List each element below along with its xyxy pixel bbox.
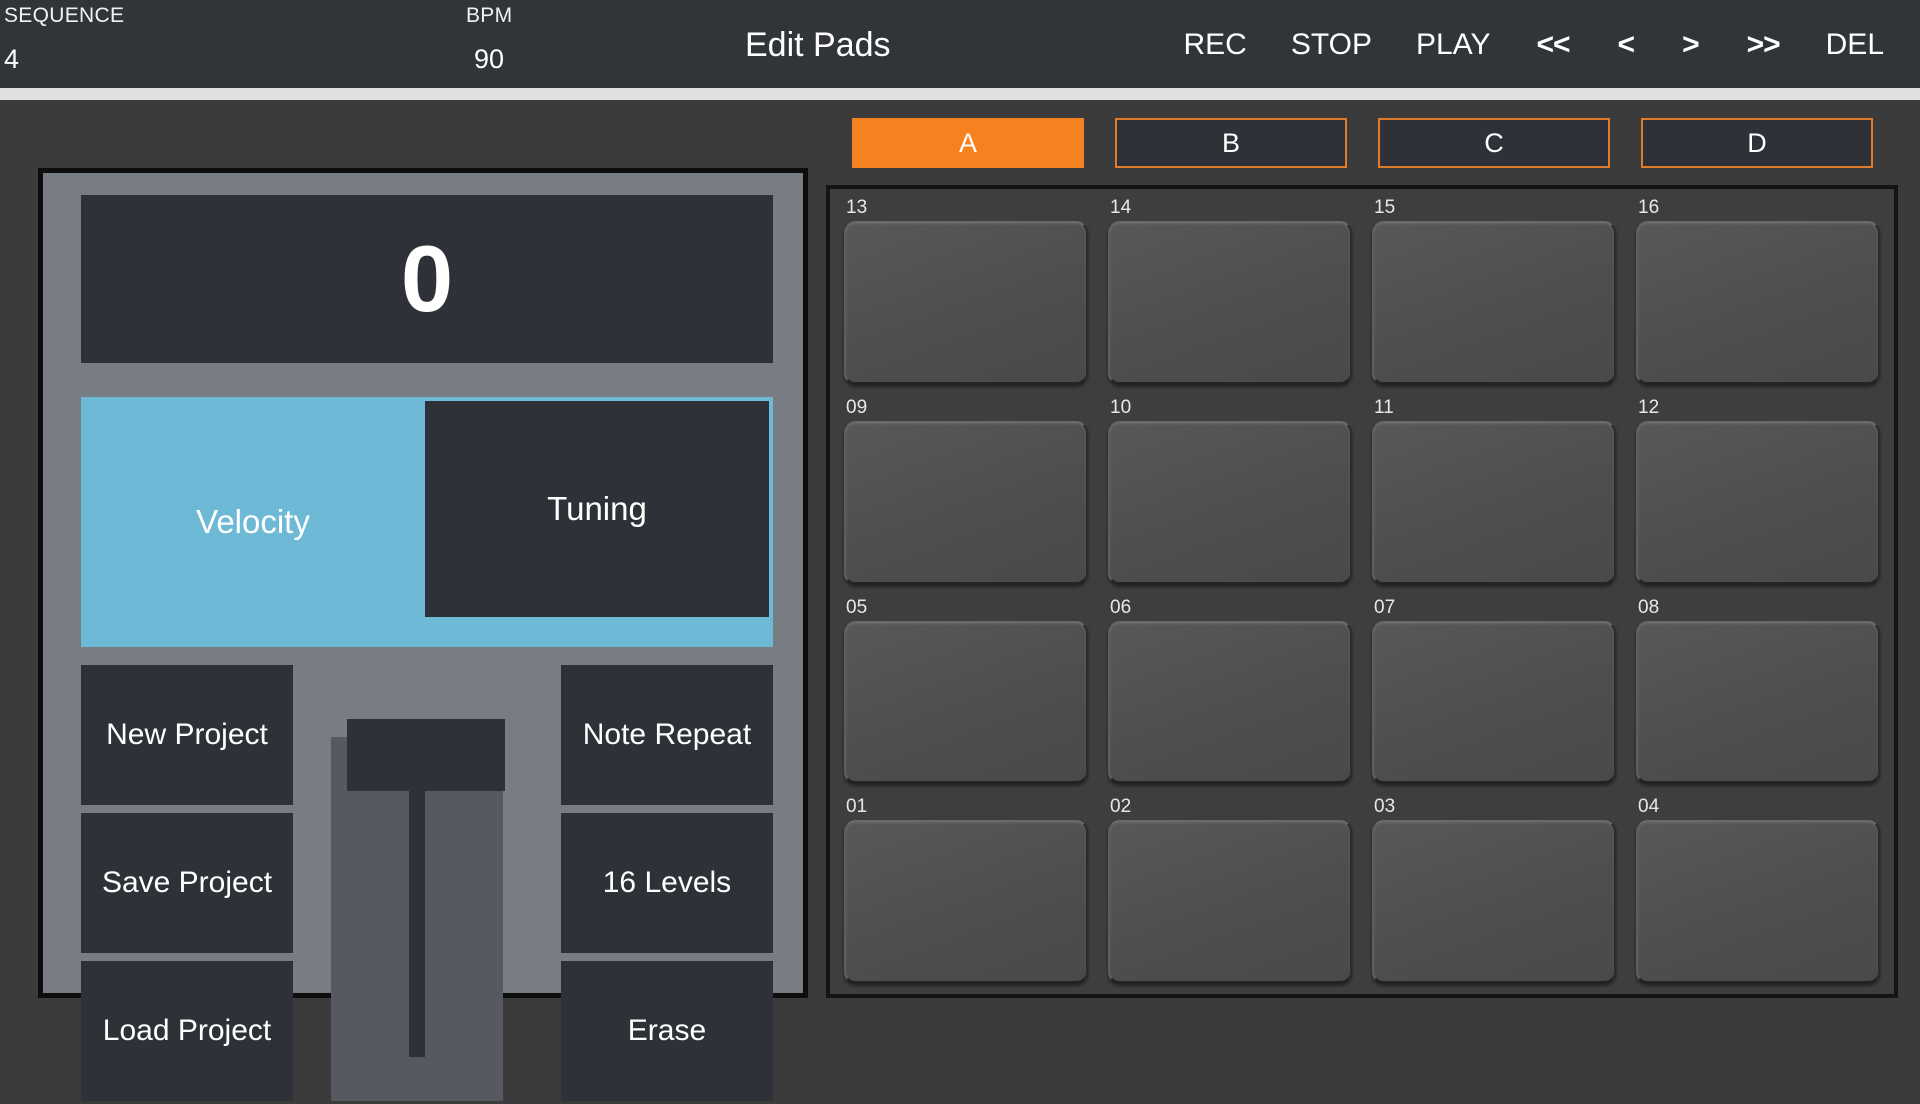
pad-cell: 16 xyxy=(1632,195,1884,395)
bank-tab-b[interactable]: B xyxy=(1115,118,1347,168)
pad-number: 01 xyxy=(840,796,1092,820)
play-button[interactable]: PLAY xyxy=(1394,26,1513,64)
pad-cell: 13 xyxy=(840,195,1092,395)
load-project-button[interactable]: Load Project xyxy=(81,961,293,1101)
pad-cell: 08 xyxy=(1632,595,1884,795)
pad-number: 13 xyxy=(840,197,1092,221)
bank-tab-group: A B C D xyxy=(852,118,1898,168)
pad-section: A B C D 13 14 15 xyxy=(826,118,1898,998)
sixteen-levels-button[interactable]: 16 Levels xyxy=(561,813,773,953)
pad-13[interactable] xyxy=(844,221,1088,385)
main-body: 0 Velocity Tuning New Project Save Proje… xyxy=(0,100,1920,1104)
pad-cell: 04 xyxy=(1632,794,1884,994)
mode-toggle-group: Velocity Tuning xyxy=(81,397,773,647)
pad-number: 05 xyxy=(840,597,1092,621)
pad-01[interactable] xyxy=(844,820,1088,984)
pad-number: 11 xyxy=(1368,397,1620,421)
control-button-row: New Project Save Project Load Project No… xyxy=(81,665,773,1101)
tuning-mode-button[interactable]: Tuning xyxy=(425,401,769,617)
pad-cell: 03 xyxy=(1368,794,1620,994)
pad-03[interactable] xyxy=(1372,820,1616,984)
pad-grid: 13 14 15 16 xyxy=(840,195,1884,994)
pad-number: 10 xyxy=(1104,397,1356,421)
stop-button[interactable]: STOP xyxy=(1269,26,1394,64)
pad-14[interactable] xyxy=(1108,221,1352,385)
pad-cell: 12 xyxy=(1632,395,1884,595)
pad-cell: 11 xyxy=(1368,395,1620,595)
sequence-value[interactable]: 4 xyxy=(4,44,19,75)
pad-05[interactable] xyxy=(844,621,1088,785)
performance-button-column: Note Repeat 16 Levels Erase xyxy=(561,665,773,1101)
page-title: Edit Pads xyxy=(745,26,891,65)
fader-handle[interactable] xyxy=(347,719,505,791)
pad-number: 15 xyxy=(1368,197,1620,221)
top-header-bar: SEQUENCE 4 BPM 90 Edit Pads REC STOP PLA… xyxy=(0,0,1920,88)
bpm-value[interactable]: 90 xyxy=(474,44,504,75)
new-project-button[interactable]: New Project xyxy=(81,665,293,805)
fader-stem xyxy=(409,757,425,1057)
pad-cell: 09 xyxy=(840,395,1092,595)
pad-10[interactable] xyxy=(1108,421,1352,585)
left-panel-inner: 0 Velocity Tuning New Project Save Proje… xyxy=(81,195,773,981)
pad-09[interactable] xyxy=(844,421,1088,585)
forward-icon[interactable]: >> xyxy=(1723,26,1804,64)
pad-04[interactable] xyxy=(1636,820,1880,984)
pad-number: 02 xyxy=(1104,796,1356,820)
rewind-icon[interactable]: << xyxy=(1512,26,1593,64)
pad-number: 09 xyxy=(840,397,1092,421)
pad-number: 04 xyxy=(1632,796,1884,820)
bank-tab-a[interactable]: A xyxy=(852,118,1084,168)
pad-11[interactable] xyxy=(1372,421,1616,585)
bank-tab-d[interactable]: D xyxy=(1641,118,1873,168)
pad-cell: 02 xyxy=(1104,794,1356,994)
pad-number: 07 xyxy=(1368,597,1620,621)
pad-number: 03 xyxy=(1368,796,1620,820)
sequence-label: SEQUENCE xyxy=(4,4,124,28)
pad-number: 08 xyxy=(1632,597,1884,621)
pad-12[interactable] xyxy=(1636,421,1880,585)
pad-cell: 07 xyxy=(1368,595,1620,795)
bank-tab-c[interactable]: C xyxy=(1378,118,1610,168)
drum-machine-app: SEQUENCE 4 BPM 90 Edit Pads REC STOP PLA… xyxy=(0,0,1920,1104)
pad-07[interactable] xyxy=(1372,621,1616,785)
pad-number: 06 xyxy=(1104,597,1356,621)
save-project-button[interactable]: Save Project xyxy=(81,813,293,953)
value-display: 0 xyxy=(81,195,773,363)
pad-cell: 06 xyxy=(1104,595,1356,795)
pad-cell: 01 xyxy=(840,794,1092,994)
note-repeat-button[interactable]: Note Repeat xyxy=(561,665,773,805)
project-button-column: New Project Save Project Load Project xyxy=(81,665,293,1101)
pad-grid-frame: 13 14 15 16 xyxy=(826,185,1898,998)
pad-06[interactable] xyxy=(1108,621,1352,785)
next-icon[interactable]: > xyxy=(1658,26,1723,64)
delete-button[interactable]: DEL xyxy=(1804,26,1906,64)
header-divider-strip xyxy=(0,88,1920,100)
pad-number: 16 xyxy=(1632,197,1884,221)
pad-number: 12 xyxy=(1632,397,1884,421)
pad-number: 14 xyxy=(1104,197,1356,221)
rec-button[interactable]: REC xyxy=(1162,26,1269,64)
pad-16[interactable] xyxy=(1636,221,1880,385)
pad-cell: 10 xyxy=(1104,395,1356,595)
pad-08[interactable] xyxy=(1636,621,1880,785)
transport-controls: REC STOP PLAY << < > >> DEL xyxy=(1162,26,1907,64)
fader-area xyxy=(314,665,520,1101)
erase-button[interactable]: Erase xyxy=(561,961,773,1101)
prev-icon[interactable]: < xyxy=(1594,26,1659,64)
pad-15[interactable] xyxy=(1372,221,1616,385)
pad-02[interactable] xyxy=(1108,820,1352,984)
left-control-panel: 0 Velocity Tuning New Project Save Proje… xyxy=(38,168,808,998)
pad-cell: 05 xyxy=(840,595,1092,795)
pad-cell: 15 xyxy=(1368,195,1620,395)
bpm-label: BPM xyxy=(466,4,512,28)
pad-cell: 14 xyxy=(1104,195,1356,395)
value-display-number: 0 xyxy=(401,232,453,326)
velocity-mode-button[interactable]: Velocity xyxy=(81,397,425,647)
